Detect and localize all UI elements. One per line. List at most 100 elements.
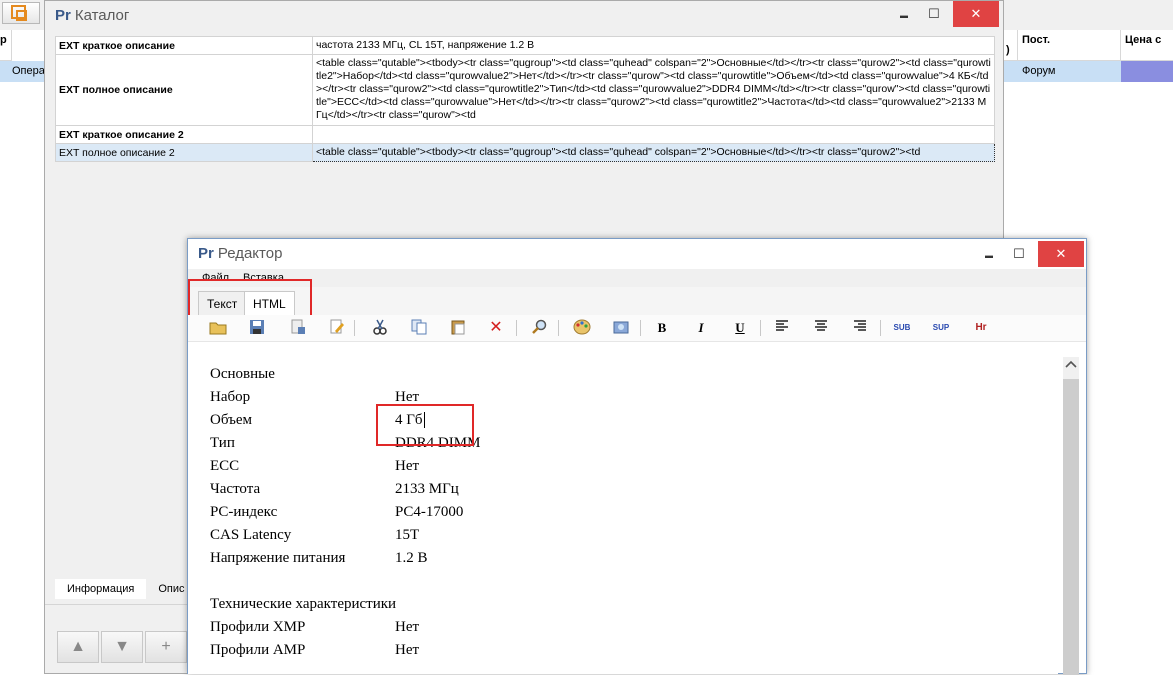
grid-col-left-label: р (0, 34, 7, 46)
align-center-icon (815, 320, 827, 331)
folder-icon (209, 322, 227, 335)
tab-information[interactable]: Информация (55, 579, 147, 599)
property-value[interactable] (312, 125, 995, 144)
catalog-maximize-button[interactable]: ☐ (911, 1, 957, 27)
cut-button[interactable] (370, 319, 390, 337)
italic-button[interactable]: I (691, 319, 711, 337)
color-button[interactable] (572, 319, 592, 337)
spec-value: PC4-17000 (395, 504, 464, 520)
floppy-icon (250, 320, 264, 334)
table-row[interactable]: EXT краткое описание частота 2133 МГц, C… (55, 36, 995, 55)
grid-col-header-partial[interactable]: ) (1004, 30, 1018, 61)
spec-value: 1.2 В (395, 550, 428, 566)
horizontal-rule-button[interactable]: Hr (969, 319, 993, 337)
underline-button[interactable]: U (730, 319, 750, 337)
plus-icon: + (161, 638, 171, 655)
grid-row-operation-text: Опера (12, 65, 45, 77)
property-value-text: <table class="qutable"><tbody><tr class=… (316, 146, 921, 158)
grid-col-header-supplier[interactable]: Пост. (1018, 30, 1121, 61)
align-left-button[interactable] (772, 319, 792, 337)
delete-icon: ✕ (489, 319, 503, 336)
magnifier-icon (532, 319, 547, 334)
toolbar-separator (354, 320, 355, 336)
spec-title: ECC (210, 458, 240, 474)
property-value[interactable]: <table class="qutable"><tbody><tr class=… (312, 54, 995, 126)
arrow-down-icon: ▼ (114, 638, 130, 655)
spec-title: Набор (210, 389, 251, 405)
arrow-up-icon: ▲ (70, 638, 86, 655)
property-key: EXT полное описание (55, 54, 313, 126)
spec-title: CAS Latency (210, 527, 292, 543)
scroll-up-arrow[interactable] (1063, 359, 1079, 375)
property-key: EXT краткое описание 2 (55, 125, 313, 144)
open-button[interactable] (208, 319, 228, 337)
move-up-button[interactable]: ▲ (57, 631, 99, 663)
editor-tabs-bar (188, 287, 1086, 316)
grid-col-header-price[interactable]: Цена с (1121, 30, 1173, 61)
grid-col-header-left[interactable]: р (0, 30, 12, 61)
copy-button[interactable] (409, 319, 429, 337)
maximize-icon: ☐ (928, 6, 940, 21)
document-save-icon (291, 319, 305, 334)
spec-title: Объем (210, 412, 252, 428)
grid-row-cell-supplier[interactable]: Форум (1004, 61, 1121, 82)
toolbar-separator (760, 320, 761, 336)
spec-title: Частота (210, 481, 261, 497)
align-right-button[interactable] (850, 319, 870, 337)
image-icon (613, 321, 629, 334)
save-as-button[interactable] (288, 319, 308, 337)
property-key: EXT краткое описание (55, 36, 313, 55)
spec-title: Профили XMP (210, 619, 306, 635)
align-center-button[interactable] (811, 319, 831, 337)
scrollbar-thumb[interactable] (1063, 379, 1079, 675)
subscript-button[interactable]: SUB (890, 319, 914, 337)
paste-button[interactable] (448, 319, 468, 337)
close-icon: ✕ (1055, 246, 1067, 261)
editor-toolbar: ✕ B I U SUB SUP Hr (188, 315, 1086, 342)
editor-close-button[interactable]: ✕ (1038, 241, 1084, 267)
editor-maximize-button[interactable]: ☐ (996, 241, 1042, 267)
spec-value: Нет (395, 619, 420, 635)
image-button[interactable] (611, 319, 631, 337)
find-button[interactable] (530, 319, 550, 337)
editor-content[interactable]: Основные Набор Нет Объем 4 Гб Тип DDR4 D… (188, 342, 1058, 674)
maximize-icon: ☐ (1013, 246, 1025, 261)
editor-window: Pr Редактор ▬ ☐ ✕ Файл Вставка Текст HTML … (187, 238, 1087, 675)
edit-button[interactable] (327, 319, 347, 337)
spec-title: PC-индекс (210, 504, 278, 520)
palette-icon (573, 319, 591, 335)
add-button[interactable]: + (145, 631, 187, 663)
catalog-close-button[interactable]: ✕ (953, 1, 999, 27)
clipboard-icon (451, 320, 465, 335)
group-heading: Основные (210, 366, 275, 382)
catalog-title: Каталог (74, 7, 130, 24)
table-row[interactable]: EXT полное описание <table class="qutabl… (55, 54, 995, 126)
app-logo: Pr (55, 7, 71, 24)
bold-button[interactable]: B (652, 319, 672, 337)
grid-row-cell-operation[interactable]: Опера (0, 61, 45, 82)
table-row[interactable]: EXT краткое описание 2 (55, 125, 995, 144)
toolbar-separator (558, 320, 559, 336)
property-value[interactable]: частота 2133 МГц, CL 15T, напряжение 1.2… (312, 36, 995, 55)
spec-value: 2133 МГц (395, 481, 459, 497)
move-down-button[interactable]: ▼ (101, 631, 143, 663)
grid-col-partial-label: ) (1006, 44, 1010, 56)
editor-title-bar: Pr Редактор ▬ ☐ ✕ (188, 239, 1086, 269)
spec-value: Нет (395, 458, 420, 474)
chevron-up-icon (1065, 360, 1077, 368)
group-heading: Технические характеристики (210, 596, 397, 612)
delete-button[interactable]: ✕ (486, 319, 506, 337)
spec-value: Нет (395, 642, 420, 658)
pencil-icon (330, 319, 344, 334)
save-button[interactable] (247, 319, 267, 337)
property-value[interactable]: <table class="qutable"><tbody><tr class=… (312, 143, 995, 162)
copy-icon (411, 319, 427, 335)
table-row-selected[interactable]: EXT полное описание 2 <table class="quta… (55, 143, 995, 162)
spec-title: Профили AMP (210, 642, 306, 658)
app-logo: Pr (198, 245, 214, 262)
spec-value: 15T (395, 527, 420, 543)
grid-row-cell-price[interactable] (1121, 61, 1173, 82)
superscript-button[interactable]: SUP (929, 319, 953, 337)
background-toolbar-button[interactable] (2, 2, 40, 24)
minimize-icon: ▬ (985, 251, 993, 260)
